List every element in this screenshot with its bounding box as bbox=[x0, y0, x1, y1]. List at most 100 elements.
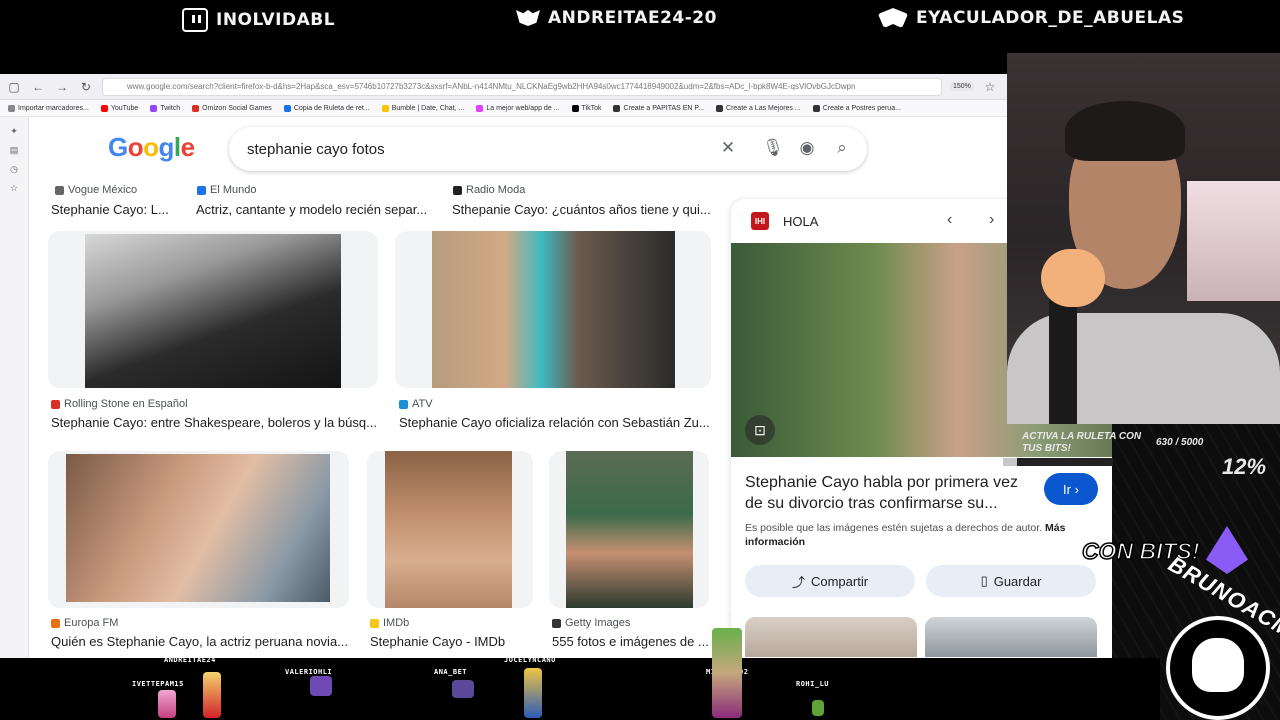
bookmarks-icon[interactable]: ☆ bbox=[9, 183, 19, 193]
visit-button[interactable]: Ir › bbox=[1044, 473, 1098, 505]
top-name-label: INOLVIDABL bbox=[216, 10, 336, 30]
source-favicon-icon bbox=[55, 185, 64, 195]
ruleta-count: 630 / 5000 bbox=[1156, 437, 1204, 448]
result-thumbnail bbox=[432, 231, 675, 388]
image-result[interactable] bbox=[48, 231, 378, 388]
source-favicon-icon bbox=[453, 185, 462, 195]
top-name-1: INOLVIDABL bbox=[182, 8, 335, 32]
related-thumbnail[interactable] bbox=[745, 617, 917, 657]
bookmark-item[interactable]: La mejor web/app de ... bbox=[476, 104, 560, 112]
result-caption[interactable]: 555 fotos e imágenes de ... bbox=[552, 634, 722, 649]
bookmark-favicon-icon bbox=[476, 104, 484, 112]
bookmark-item[interactable]: Create a PAPITAS EN P... bbox=[613, 104, 704, 112]
sprite-name: VALERIOHLI bbox=[285, 668, 333, 676]
ai-sparkle-icon[interactable]: ✦ bbox=[9, 126, 19, 136]
result-thumbnail bbox=[66, 454, 330, 602]
visit-label: Ir bbox=[1063, 481, 1071, 497]
background-poster bbox=[1187, 181, 1280, 301]
zoom-badge[interactable]: 150% bbox=[950, 82, 974, 91]
sprite-name: ANDREITAE24 bbox=[164, 656, 216, 664]
pixel-sprite bbox=[310, 676, 332, 696]
result-source: Europa FM bbox=[51, 617, 118, 629]
clear-icon[interactable]: ✕ bbox=[717, 138, 739, 158]
browser-toolbar: ▢ ← → ↻ www.google.com/search?client=fir… bbox=[0, 74, 1007, 100]
source-favicon-icon bbox=[197, 185, 206, 195]
next-arrow-icon[interactable]: › bbox=[989, 211, 994, 229]
search-input[interactable] bbox=[247, 140, 687, 158]
bookmark-item[interactable]: Omizon Social Games bbox=[192, 104, 272, 112]
source-favicon-icon bbox=[370, 618, 379, 628]
pixel-sprite bbox=[158, 690, 176, 718]
bookmark-favicon-icon bbox=[812, 104, 820, 112]
sprite-name: ANA_BET bbox=[434, 668, 468, 676]
bookmark-favicon-icon bbox=[381, 104, 389, 112]
image-result[interactable] bbox=[367, 451, 533, 608]
bookmark-item[interactable]: Twitch bbox=[150, 104, 180, 112]
bookmark-favicon-icon bbox=[8, 104, 15, 112]
result-source: ATV bbox=[399, 398, 433, 410]
image-result[interactable] bbox=[549, 451, 709, 608]
result-caption[interactable]: Stephanie Cayo: entre Shakespeare, boler… bbox=[51, 415, 381, 430]
image-result[interactable] bbox=[395, 231, 711, 388]
back-icon[interactable]: ← bbox=[30, 79, 46, 95]
forward-icon[interactable]: → bbox=[54, 79, 70, 95]
sprite-name: ROHI_LU bbox=[796, 680, 830, 688]
sprite-name: BRUNOACME bbox=[706, 606, 749, 614]
browser-sidebar: ✦ ▤ ◷ ☆ bbox=[0, 117, 29, 658]
source-favicon-icon bbox=[399, 399, 408, 409]
top-name-label: ANDREITAE24-20 bbox=[548, 8, 717, 28]
result-caption[interactable]: Stephanie Cayo oficializa relación con S… bbox=[399, 415, 709, 430]
twitch-favicon-icon bbox=[150, 104, 158, 112]
image-result[interactable] bbox=[48, 451, 349, 608]
bookmark-item[interactable]: Create a Postres perua... bbox=[812, 104, 901, 112]
top-name-label: EYACULADOR_DE_ABUELAS bbox=[916, 8, 1185, 28]
panel-source[interactable]: HOLA bbox=[783, 214, 818, 229]
reload-icon[interactable]: ↻ bbox=[78, 79, 94, 95]
history-icon[interactable]: ◷ bbox=[9, 164, 19, 174]
save-button[interactable]: ▯ Guardar bbox=[926, 565, 1096, 597]
share-icon: ⤴ bbox=[791, 574, 805, 590]
microphone-icon[interactable]: 🎙 bbox=[762, 138, 784, 158]
result-source: Vogue México bbox=[55, 184, 137, 196]
google-logo[interactable]: Google bbox=[108, 132, 195, 163]
sprite-name: IVETTEPAM15 bbox=[132, 680, 184, 688]
result-source: Getty Images bbox=[552, 617, 630, 629]
address-bar[interactable]: www.google.com/search?client=firefox-b-d… bbox=[102, 77, 942, 96]
source-favicon-icon bbox=[51, 399, 60, 409]
result-source: Rolling Stone en Español bbox=[51, 398, 188, 410]
bookmark-item[interactable]: TikTok bbox=[571, 104, 601, 112]
chat-sprites-bar: ANDREITAE24 IVETTEPAM15 VALERIOHLI ANA_B… bbox=[0, 606, 1160, 720]
lens-icon[interactable]: ◉ bbox=[796, 138, 818, 158]
bookmark-star-icon[interactable]: ☆ bbox=[982, 79, 998, 95]
result-caption[interactable]: Actriz, cantante y modelo recién separ..… bbox=[196, 202, 431, 217]
result-caption[interactable]: Stephanie Cayo: L... bbox=[51, 202, 171, 217]
bookmark-item[interactable]: Copia de Ruleta de ret... bbox=[283, 104, 370, 112]
bookmark-item[interactable]: Create a Las Mejores ... bbox=[716, 104, 801, 112]
ruleta-progress-bar bbox=[1003, 458, 1113, 466]
bookmark-item[interactable]: YouTube bbox=[100, 104, 138, 112]
source-favicon-icon bbox=[51, 618, 60, 628]
stream-frame: INOLVIDABL ANDREITAE24-20 EYACULADOR_DE_… bbox=[0, 0, 1280, 720]
tiktok-icon bbox=[571, 104, 579, 112]
result-source: IMDb bbox=[370, 617, 409, 629]
previous-arrow-icon[interactable]: ‹ bbox=[947, 211, 952, 229]
bookmark-item[interactable]: Bumble | Date, Chat, ... bbox=[381, 104, 464, 112]
result-thumbnail bbox=[385, 451, 512, 608]
result-caption[interactable]: Sthepanie Cayo: ¿cuántos años tiene y qu… bbox=[452, 202, 710, 217]
preview-title[interactable]: Stephanie Cayo habla por primera vez de … bbox=[745, 472, 1035, 514]
related-thumbnail[interactable] bbox=[925, 617, 1097, 657]
ruleta-text: ACTIVA LA RULETA CON TUS BITS! bbox=[1022, 431, 1142, 454]
search-box[interactable]: ✕ 🎙 ◉ ⌕ bbox=[229, 127, 867, 171]
bookmark-item[interactable]: Importar marcadores... bbox=[8, 104, 89, 112]
heart-icon bbox=[878, 8, 908, 28]
tab-toggle-icon[interactable]: ▢ bbox=[6, 79, 22, 95]
result-caption[interactable]: Stephanie Cayo - IMDb bbox=[370, 634, 540, 649]
twitch-icon bbox=[182, 8, 208, 32]
source-favicon-icon bbox=[552, 618, 561, 628]
share-button[interactable]: ⤴ Compartir bbox=[745, 565, 915, 597]
ruleta-percent: 12% bbox=[1222, 454, 1267, 479]
lens-search-icon[interactable]: ⊡ bbox=[745, 415, 775, 445]
search-icon[interactable]: ⌕ bbox=[831, 138, 853, 158]
result-caption[interactable]: Quién es Stephanie Cayo, la actriz perua… bbox=[51, 634, 351, 649]
tabs-icon[interactable]: ▤ bbox=[9, 145, 19, 155]
